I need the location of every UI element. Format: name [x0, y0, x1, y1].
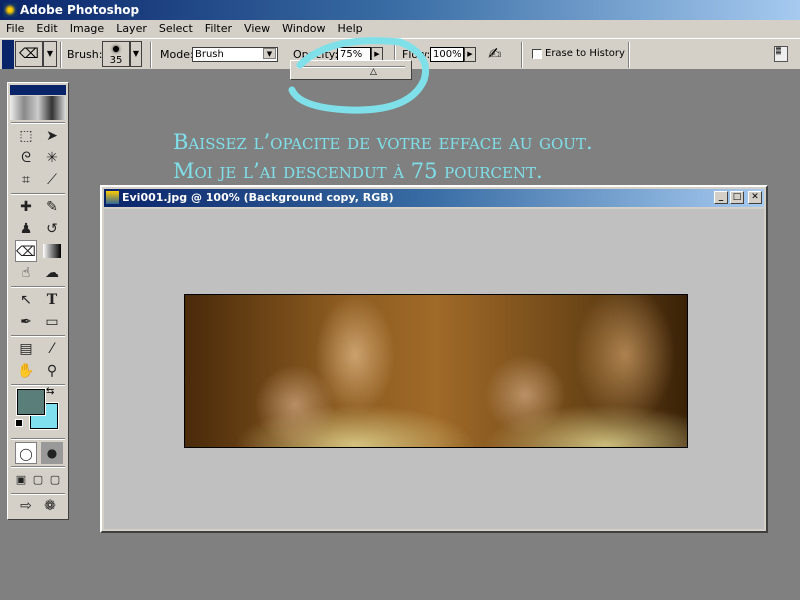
toolbox-title-bar[interactable]: [10, 85, 66, 95]
lasso-tool-icon[interactable]: ᘓ: [15, 147, 37, 169]
imageready-icon[interactable]: ❁: [39, 495, 61, 517]
quick-mask-mode-icon[interactable]: ●: [41, 442, 63, 464]
close-button[interactable]: ✕: [748, 191, 762, 204]
marquee-tool-icon[interactable]: ⬚: [15, 125, 37, 147]
shape-tool-icon[interactable]: ▭: [41, 311, 63, 333]
toolbox: ⬚ ➤ ᘓ ✳ ⌗ ⟋ ✚ ✎ ♟ ↺ ⌫ ☝ ☁ ↖ T ✒ ▭ ▤ ⁄ ✋ …: [7, 82, 69, 520]
document-icon: [106, 191, 119, 204]
stamp-tool-icon[interactable]: ♟: [15, 218, 37, 240]
document-title: Evi001.jpg @ 100% (Background copy, RGB): [122, 191, 394, 204]
jump-to-imageready-icon[interactable]: ⇨: [15, 495, 37, 517]
eraser-tool-icon[interactable]: ⌫: [15, 240, 37, 262]
dodge-tool-icon[interactable]: ☁: [41, 262, 63, 284]
crop-tool-icon[interactable]: ⌗: [15, 169, 37, 191]
document-canvas[interactable]: [104, 209, 764, 529]
blur-tool-icon[interactable]: ☝: [15, 262, 37, 284]
gradient-tool-icon[interactable]: [43, 244, 61, 258]
standard-mode-icon[interactable]: ◯: [15, 442, 37, 464]
annotation-line-2: Moi je l’ai descendut à 75 pourcent.: [173, 159, 543, 183]
eyedropper-tool-icon[interactable]: ⁄: [41, 338, 63, 360]
zoom-tool-icon[interactable]: ⚲: [41, 360, 63, 382]
annotation-line-1: Baissez l’opacite de votre efface au gou…: [173, 130, 593, 154]
document-title-bar[interactable]: Evi001.jpg @ 100% (Background copy, RGB)…: [104, 189, 764, 207]
standard-screen-mode-icon[interactable]: ▣: [13, 469, 29, 491]
type-tool-icon[interactable]: T: [41, 289, 63, 311]
path-selection-tool-icon[interactable]: ↖: [15, 289, 37, 311]
pen-tool-icon[interactable]: ✒: [15, 311, 37, 333]
full-screen-mode-icon[interactable]: ▢: [47, 469, 63, 491]
healing-brush-tool-icon[interactable]: ✚: [15, 196, 37, 218]
swap-colors-icon[interactable]: ⇆: [46, 386, 54, 397]
image-layer[interactable]: [184, 294, 688, 448]
magic-wand-tool-icon[interactable]: ✳: [41, 147, 63, 169]
history-brush-tool-icon[interactable]: ↺: [41, 218, 63, 240]
hand-tool-icon[interactable]: ✋: [15, 360, 37, 382]
foreground-color-swatch[interactable]: [16, 388, 46, 416]
default-colors-icon[interactable]: [15, 419, 23, 427]
minimize-button[interactable]: _: [714, 191, 728, 204]
notes-tool-icon[interactable]: ▤: [15, 338, 37, 360]
move-tool-icon[interactable]: ➤: [41, 125, 63, 147]
document-window: Evi001.jpg @ 100% (Background copy, RGB)…: [100, 185, 768, 533]
full-screen-menu-mode-icon[interactable]: ▢: [30, 469, 46, 491]
maximize-button[interactable]: □: [730, 191, 744, 204]
adobe-online-logo[interactable]: [10, 96, 66, 120]
slice-tool-icon[interactable]: ⟋: [41, 169, 63, 191]
brush-tool-icon[interactable]: ✎: [41, 196, 63, 218]
